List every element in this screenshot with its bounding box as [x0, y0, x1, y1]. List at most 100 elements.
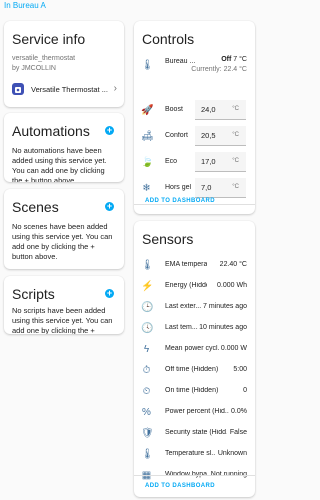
sensor-row[interactable]: 🌡 Temperature sl... Unknown [134, 444, 255, 465]
sensors-title: Sensors [142, 231, 194, 247]
leaf-icon: 🍃 [141, 157, 154, 168]
number-value: 20,5 [201, 131, 216, 140]
controls-card: Controls 🌡 Bureau ... Off 7 °C Currently… [134, 21, 255, 214]
sensor-value: 7 minutes ago [203, 303, 247, 310]
climate-current: Currently: 22.4 °C [191, 66, 247, 73]
sensor-value: 0.000 Wh [217, 282, 247, 289]
sensor-value: Unknown [217, 450, 247, 457]
device-logo-icon [12, 83, 24, 95]
sensor-row[interactable]: % Power percent (Hid... 0.0% [134, 402, 255, 423]
scenes-card: Scenes + No scenes have been added using… [4, 189, 124, 269]
sensor-name: Mean power cycl... [165, 345, 219, 352]
scripts-title: Scripts [12, 286, 55, 302]
sensor-row[interactable]: ⏱ Off time (Hidden) 5:00 [134, 360, 255, 381]
climate-target: 7 °C [233, 56, 247, 63]
rocket-icon: 🚀 [141, 105, 154, 116]
number-row-confort: 🛋 Confort 20,5 °C [134, 125, 255, 148]
timer-icon: ⏲ [142, 386, 151, 397]
scripts-card: Scripts + No scripts have been added usi… [4, 276, 124, 334]
service-author: by JMCOLLIN [12, 65, 56, 72]
sensor-value: 0 [243, 387, 247, 394]
card-divider [134, 475, 255, 476]
number-label: Hors gel [165, 184, 192, 191]
number-row-hors-gel: ❄ Hors gel 7,0 °C [134, 177, 255, 200]
number-unit: °C [232, 158, 239, 164]
sensor-name: Last tem... [165, 324, 198, 331]
flash-icon: ϟ [143, 344, 150, 355]
number-row-eco: 🍃 Eco 17,0 °C [134, 151, 255, 174]
sensor-row[interactable]: ⏲ On time (Hidden) 0 [134, 381, 255, 402]
lightning-icon: ⚡ [141, 281, 154, 292]
number-label: Confort [165, 132, 188, 139]
sensor-value: 5:00 [233, 366, 247, 373]
confort-input[interactable]: 20,5 °C [195, 126, 246, 146]
number-unit: °C [232, 184, 239, 190]
chevron-right-icon: › [113, 83, 117, 94]
hors-gel-input[interactable]: 7,0 °C [195, 178, 246, 198]
automations-empty-text: No automations have been added using thi… [12, 146, 107, 182]
scripts-empty-text: No scripts have been added using this se… [12, 306, 113, 334]
device-name: Versatile Thermostat ... [31, 85, 108, 94]
thermostat-icon: 🌡 [141, 60, 154, 71]
sensor-name: EMA temperatur... [165, 261, 207, 268]
thermometer-icon: 🌡 [141, 449, 154, 460]
controls-add-to-dashboard-link[interactable]: ADD TO DASHBOARD [145, 198, 215, 204]
sensor-name: Energy (Hidden) [165, 282, 207, 289]
climate-name: Bureau ... [165, 58, 196, 65]
thermometer-icon: 🌡 [141, 260, 154, 271]
service-info-card: Service info versatile_thermostat by JMC… [4, 21, 124, 107]
device-link[interactable]: Versatile Thermostat ... › [4, 79, 124, 101]
sensor-row[interactable]: ⚡ Energy (Hidden) 0.000 Wh [134, 276, 255, 297]
boost-input[interactable]: 24,0 °C [195, 100, 246, 120]
number-unit: °C [232, 132, 239, 138]
sensor-name: Security state (Hidd... [165, 429, 227, 436]
timer-off-icon: ⏱ [142, 365, 151, 376]
add-automation-button[interactable]: + [105, 126, 114, 135]
sensor-name: Temperature sl... [165, 450, 215, 457]
service-id: versatile_thermostat [12, 55, 76, 62]
sensor-name: Last exter... [165, 303, 202, 310]
number-label: Eco [165, 158, 178, 165]
sensor-value: 0.000 W [220, 345, 247, 352]
eco-input[interactable]: 17,0 °C [195, 152, 246, 172]
climate-state-label: Off [221, 56, 232, 63]
sensors-card: Sensors 🌡 EMA temperatur... 22.40 °C ⚡ E… [134, 221, 255, 497]
sensor-row[interactable]: 🌡 EMA temperatur... 22.40 °C [134, 255, 255, 276]
sensor-row[interactable]: ϟ Mean power cycl... 0.000 W [134, 339, 255, 360]
sensor-row[interactable]: 🕓 Last tem... 10 minutes ago [134, 318, 255, 339]
climate-row[interactable]: 🌡 Bureau ... Off 7 °C Currently: 22.4 °C [134, 54, 255, 78]
number-value: 7,0 [201, 183, 212, 192]
scenes-empty-text: No scenes have been added using this ser… [12, 222, 113, 261]
percent-icon: % [142, 407, 151, 418]
automations-card: Automations + No automations have been a… [4, 113, 124, 182]
card-divider [134, 204, 255, 205]
climate-state: Off 7 °C [221, 56, 247, 63]
controls-title: Controls [142, 31, 195, 47]
sensor-name: Off time (Hidden) [165, 366, 219, 373]
sensor-value: 0.0% [231, 408, 247, 415]
sensor-name: Power percent (Hid... [165, 408, 229, 415]
sensor-value: 22.40 °C [219, 261, 247, 268]
sofa-icon: 🛋 [141, 131, 154, 142]
add-scene-button[interactable]: + [105, 202, 114, 211]
snowflake-icon: ❄ [142, 183, 151, 194]
number-unit: °C [232, 106, 239, 112]
number-value: 24,0 [201, 105, 216, 114]
number-row-boost: 🚀 Boost 24,0 °C [134, 99, 255, 122]
breadcrumb[interactable]: In Bureau A [4, 1, 46, 10]
scenes-title: Scenes [12, 199, 59, 215]
sensor-name: On time (Hidden) [165, 387, 219, 394]
sensor-value: False [229, 429, 247, 436]
sensor-row[interactable]: 🕒 Last exter... 7 minutes ago [134, 297, 255, 318]
service-info-title: Service info [12, 31, 86, 47]
number-label: Boost [165, 106, 183, 113]
clock-icon: 🕓 [141, 323, 154, 334]
sensors-add-to-dashboard-link[interactable]: ADD TO DASHBOARD [145, 483, 215, 489]
number-value: 17,0 [201, 157, 216, 166]
sensor-row[interactable]: 🛡 Security state (Hidd... False [134, 423, 255, 444]
shield-icon: 🛡 [141, 428, 154, 439]
automations-title: Automations [12, 123, 90, 139]
clock-icon: 🕒 [141, 302, 154, 313]
add-script-button[interactable]: + [105, 289, 114, 298]
sensor-value: 10 minutes ago [199, 324, 247, 331]
